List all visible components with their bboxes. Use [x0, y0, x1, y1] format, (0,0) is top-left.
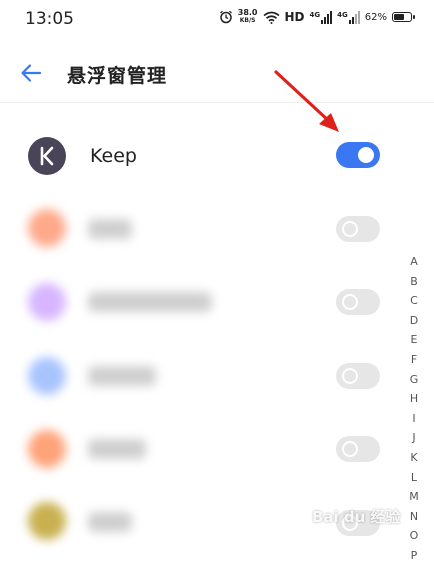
signal-label: 4G	[309, 10, 321, 19]
app-icon	[28, 209, 66, 247]
alphabet-index-letter[interactable]: J	[405, 428, 423, 448]
app-5-float-toggle[interactable]	[336, 436, 380, 462]
keep-app-icon	[28, 137, 66, 175]
alphabet-index-letter[interactable]: A	[405, 252, 423, 272]
battery-percent: 62%	[364, 11, 387, 23]
back-button[interactable]	[18, 60, 50, 88]
alphabet-index-letter[interactable]: F	[405, 350, 423, 370]
app-name: Keep	[90, 145, 137, 167]
app-icon	[28, 502, 66, 540]
alphabet-index-letter[interactable]: P	[405, 546, 423, 566]
app-row-3	[0, 264, 400, 340]
hd-label: HD	[284, 10, 305, 24]
arrow-left-icon	[21, 64, 42, 82]
signal-label-2: 4G	[337, 10, 348, 19]
app-icon	[28, 283, 66, 321]
toggle-knob	[342, 368, 358, 384]
alarm-icon	[219, 10, 232, 24]
signal-icon-2: 4G	[337, 10, 360, 24]
keep-float-toggle[interactable]	[336, 142, 380, 168]
alphabet-index-letter[interactable]: C	[405, 291, 423, 311]
alphabet-index-letter[interactable]: I	[405, 409, 423, 429]
net-speed: 38.0 KB/S	[238, 9, 258, 25]
toggle-knob	[342, 221, 358, 237]
app-name-blurred	[88, 292, 212, 312]
alphabet-index-letter[interactable]: K	[405, 448, 423, 468]
keep-logo-icon	[40, 146, 54, 166]
alphabet-index-letter[interactable]: D	[405, 311, 423, 331]
alphabet-index-letter[interactable]: O	[405, 526, 423, 546]
app-4-float-toggle[interactable]	[336, 363, 380, 389]
toggle-knob	[342, 294, 358, 310]
alphabet-index-letter[interactable]: H	[405, 389, 423, 409]
alphabet-index-letter[interactable]: M	[405, 487, 423, 507]
app-name-blurred	[88, 219, 132, 239]
battery-icon	[392, 12, 415, 22]
baidu-watermark: Bai du 经验	[312, 508, 401, 526]
app-name-blurred	[88, 366, 156, 386]
status-bar: 13:05 38.0 KB/S HD 4G 4G 62%	[0, 0, 434, 38]
signal-icon: 4G	[309, 10, 333, 24]
alphabet-index-letter[interactable]: B	[405, 272, 423, 292]
header-divider	[0, 102, 434, 103]
net-speed-unit: KB/S	[239, 17, 256, 24]
alphabet-index-letter[interactable]: G	[405, 370, 423, 390]
page-title: 悬浮窗管理	[67, 65, 168, 87]
app-2-float-toggle[interactable]	[336, 216, 380, 242]
alphabet-index-letter[interactable]: N	[405, 507, 423, 527]
status-time: 13:05	[25, 9, 74, 29]
app-icon	[28, 430, 66, 468]
status-icons: 38.0 KB/S HD 4G 4G 62%	[219, 9, 415, 25]
alphabet-index[interactable]: ABCDEFGHIJKLMNOP	[405, 252, 423, 566]
alphabet-index-letter[interactable]: E	[405, 330, 423, 350]
app-name-blurred	[88, 439, 146, 459]
alphabet-index-letter[interactable]: L	[405, 468, 423, 488]
header: 悬浮窗管理	[0, 48, 434, 102]
toggle-knob	[342, 441, 358, 457]
red-arrow-annotation-icon	[274, 70, 339, 132]
app-name-blurred	[88, 512, 132, 532]
app-row-5	[0, 410, 400, 486]
toggle-knob	[358, 147, 374, 163]
app-row-2	[0, 193, 400, 269]
app-row-4	[0, 338, 400, 414]
app-3-float-toggle[interactable]	[336, 289, 380, 315]
app-icon	[28, 357, 66, 395]
wifi-icon	[262, 11, 280, 24]
net-speed-value: 38.0	[237, 8, 258, 17]
